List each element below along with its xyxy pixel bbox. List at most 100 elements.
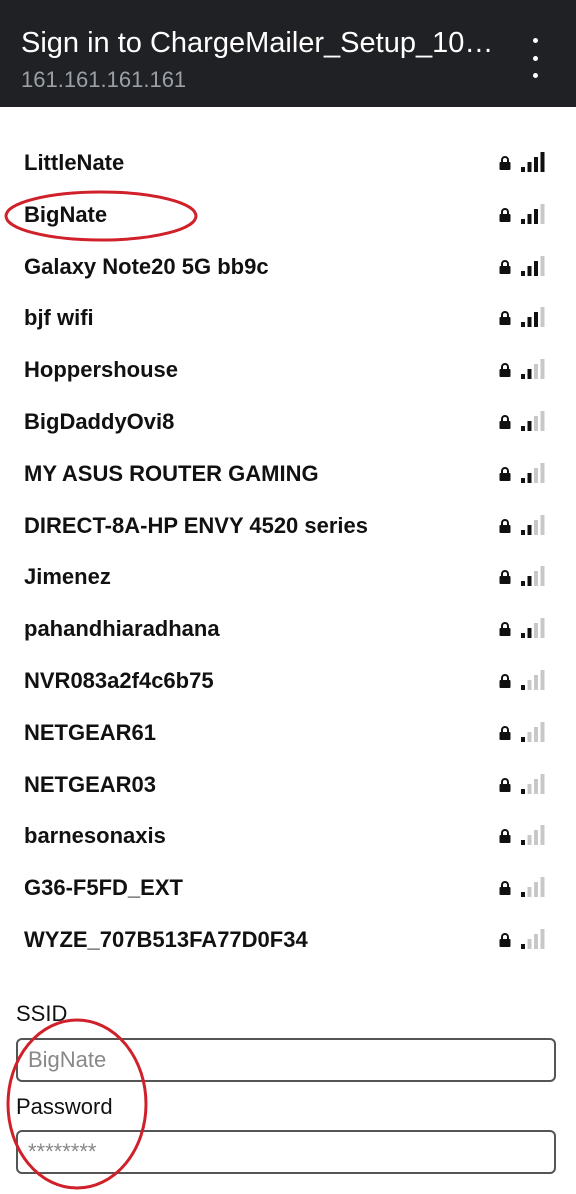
wifi-signal-icon	[521, 618, 545, 639]
signal-bar	[534, 415, 538, 431]
network-row[interactable]: NVR083a2f4c6b75	[0, 656, 576, 708]
wifi-signal-icon	[521, 152, 545, 172]
signal-bar	[521, 633, 525, 639]
signal-bar	[521, 581, 525, 587]
page-url: 161.161.161.161	[21, 67, 187, 92]
network-name: BigNate	[24, 201, 108, 227]
lock-icon	[499, 674, 511, 688]
lock-icon	[499, 881, 511, 896]
lock-icon	[499, 311, 511, 326]
signal-bar	[527, 938, 532, 949]
signal-bar	[527, 835, 532, 846]
signal-bar	[521, 788, 525, 794]
wifi-signal-icon	[521, 773, 545, 794]
network-row[interactable]: G36-F5FD_EXT	[0, 863, 576, 915]
signal-bar	[521, 684, 525, 690]
signal-bar	[527, 420, 532, 431]
signal-bar	[521, 736, 525, 742]
signal-bar	[540, 410, 545, 431]
ssid-input[interactable]	[16, 1038, 556, 1082]
more-vert-icon[interactable]	[520, 38, 550, 78]
password-input[interactable]	[16, 1130, 556, 1174]
signal-bar	[534, 726, 538, 742]
wifi-signal-icon	[521, 462, 545, 483]
network-row[interactable]: bjf wifi	[0, 293, 576, 345]
signal-bar	[534, 830, 538, 846]
signal-bar	[534, 260, 538, 276]
signal-bar	[527, 679, 532, 690]
lock-icon	[499, 415, 511, 429]
network-name: NVR083a2f4c6b75	[24, 667, 214, 693]
signal-bar	[540, 825, 545, 846]
network-name: DIRECT-8A-HP ENVY 4520 series	[24, 512, 369, 538]
network-row[interactable]: BigDaddyOvi8	[0, 397, 576, 449]
signal-bar	[527, 524, 532, 535]
lock-icon	[499, 777, 511, 792]
network-name: barnesonaxis	[24, 823, 166, 849]
network-name: NETGEAR61	[24, 719, 157, 745]
network-list: LittleNate BigNate Galaxy Note20 5G bb9c bj…	[0, 138, 576, 967]
lock-icon	[499, 518, 511, 533]
signal-bar	[521, 529, 525, 535]
network-row[interactable]: Jimenez	[0, 552, 576, 604]
network-name: G36-F5FD_EXT	[24, 875, 183, 901]
network-name: NETGEAR03	[24, 771, 157, 797]
network-row[interactable]: BigNate	[0, 190, 576, 242]
signal-bar	[534, 312, 538, 328]
signal-bar	[534, 933, 538, 949]
signal-bar	[521, 218, 525, 224]
signal-bar	[521, 167, 525, 172]
signal-bar	[521, 322, 525, 328]
network-row[interactable]: LittleNate	[0, 138, 576, 190]
network-row[interactable]: NETGEAR03	[0, 760, 576, 812]
signal-bar	[540, 152, 545, 172]
network-row[interactable]: Hoppershouse	[0, 345, 576, 397]
wifi-signal-icon	[521, 877, 545, 898]
network-row[interactable]: WYZE_707B513FA77D0F34	[0, 915, 576, 967]
password-label: Password	[16, 1094, 113, 1119]
lock-icon	[499, 570, 511, 585]
signal-bar	[540, 255, 545, 276]
lock-icon	[499, 725, 511, 740]
app-bar: Sign in to ChargeMailer_Setup_10… 161.16…	[0, 0, 576, 107]
signal-bar	[534, 778, 538, 794]
lock-icon	[499, 259, 511, 274]
network-name: bjf wifi	[24, 305, 94, 331]
page-title: Sign in to ChargeMailer_Setup_10…	[21, 27, 494, 59]
network-row[interactable]: barnesonaxis	[0, 811, 576, 863]
network-row[interactable]: MY ASUS ROUTER GAMING	[0, 449, 576, 501]
network-name: Galaxy Note20 5G bb9c	[24, 253, 269, 279]
lock-icon	[499, 622, 511, 637]
wifi-signal-icon	[521, 928, 545, 949]
signal-bar	[527, 472, 532, 483]
network-row[interactable]: Galaxy Note20 5G bb9c	[0, 242, 576, 294]
signal-bar	[540, 359, 545, 380]
wifi-signal-icon	[521, 410, 545, 431]
signal-bar	[534, 519, 538, 535]
network-row[interactable]: DIRECT-8A-HP ENVY 4520 series	[0, 501, 576, 553]
signal-bar	[534, 208, 538, 224]
signal-bar	[540, 928, 545, 949]
signal-bar	[527, 783, 532, 794]
network-row[interactable]: NETGEAR61	[0, 708, 576, 760]
signal-bar	[540, 773, 545, 794]
network-row[interactable]: pahandhiaradhana	[0, 604, 576, 656]
signal-bar	[534, 364, 538, 380]
lock-icon	[499, 933, 511, 947]
signal-bar	[540, 669, 545, 690]
signal-bar	[527, 628, 532, 639]
wifi-signal-icon	[521, 255, 545, 276]
signal-bar	[527, 369, 532, 380]
lock-icon	[499, 156, 511, 170]
network-name: BigDaddyOvi8	[24, 408, 175, 434]
signal-bar	[527, 576, 532, 587]
lock-icon	[499, 207, 511, 222]
network-name: Hoppershouse	[24, 357, 179, 383]
wifi-signal-icon	[521, 359, 545, 380]
wifi-signal-icon	[521, 825, 545, 846]
signal-bar	[540, 307, 545, 328]
ssid-label: SSID	[16, 1001, 68, 1026]
wifi-signal-icon	[521, 307, 545, 328]
wifi-signal-icon	[521, 721, 545, 742]
network-name: LittleNate	[24, 150, 125, 175]
